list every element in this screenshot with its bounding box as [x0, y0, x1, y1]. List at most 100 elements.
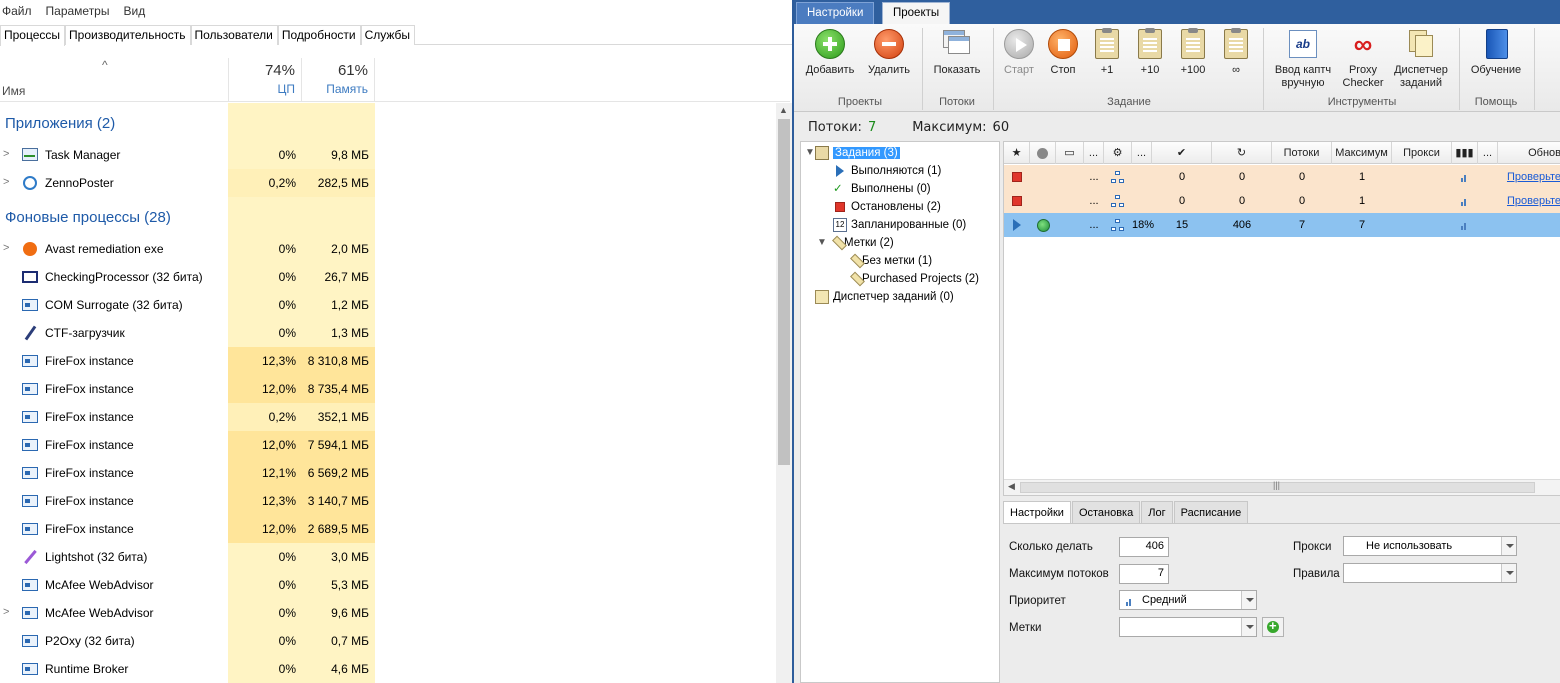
scroll-up-icon[interactable]: ▲ — [779, 105, 788, 115]
tab-performance[interactable]: Производительность — [65, 25, 191, 45]
col-globe[interactable] — [1030, 142, 1056, 164]
process-row[interactable]: FireFox instance 12,3% 3 140,7 МБ — [0, 487, 776, 515]
tab-task-settings[interactable]: Настройки — [1003, 501, 1071, 524]
column-memory[interactable]: 61% Память — [302, 58, 375, 102]
collapse-icon[interactable]: ▼ — [805, 147, 815, 158]
process-row[interactable]: COM Surrogate (32 бита) 0% 1,2 МБ — [0, 291, 776, 319]
tree-done[interactable]: ✓ Выполнены (0) — [833, 180, 931, 198]
col-priority[interactable]: ▮▮▮ — [1452, 142, 1478, 164]
process-row[interactable]: FireFox instance 12,0% 7 594,1 МБ — [0, 431, 776, 459]
delete-button[interactable]: Удалить — [864, 28, 914, 76]
tree-stopped[interactable]: Остановлены (2) — [833, 198, 941, 216]
infinity-button[interactable]: ∞ — [1217, 28, 1255, 76]
col-dots-1[interactable]: ... — [1084, 142, 1104, 164]
tree-scheduled[interactable]: 12 Запланированные (0) — [833, 216, 966, 234]
scroll-thumb[interactable] — [778, 119, 790, 465]
tab-stop[interactable]: Остановка — [1071, 501, 1141, 523]
tab-details[interactable]: Подробности — [277, 25, 361, 45]
col-update[interactable]: Обнов — [1498, 142, 1560, 164]
col-dots-2[interactable]: ... — [1132, 142, 1152, 164]
tree-labels[interactable]: Метки (2) — [832, 234, 894, 252]
chevron-right-icon[interactable]: > — [3, 148, 9, 160]
process-row[interactable]: > Avast remediation exe 0% 2,0 МБ — [0, 235, 776, 263]
col-windows[interactable]: ▭ — [1056, 142, 1084, 164]
proxy-select[interactable]: Не использовать — [1343, 536, 1517, 556]
training-button[interactable]: Обучение — [1466, 28, 1526, 76]
chevron-down-icon[interactable] — [1501, 537, 1516, 555]
col-maximum[interactable]: Максимум — [1332, 142, 1392, 164]
process-row[interactable]: FireFox instance 12,0% 2 689,5 МБ — [0, 515, 776, 543]
tab-schedule[interactable]: Расписание — [1173, 501, 1249, 523]
process-row[interactable]: Runtime Broker 0% 4,6 МБ — [0, 655, 776, 683]
labels-select[interactable] — [1119, 617, 1257, 637]
col-settings[interactable]: ⚙ — [1104, 142, 1132, 164]
tree-running[interactable]: Выполняются (1) — [833, 162, 941, 180]
row-update-link[interactable]: Проверьте — [1498, 165, 1560, 189]
process-row[interactable]: > McAfee WebAdvisor 0% 9,6 МБ — [0, 599, 776, 627]
captcha-button[interactable]: ab Ввод каптч вручную — [1269, 28, 1337, 90]
process-row[interactable]: McAfee WebAdvisor 0% 5,3 МБ — [0, 571, 776, 599]
tab-processes[interactable]: Процессы — [0, 25, 66, 46]
column-name[interactable]: Имя — [2, 84, 25, 98]
col-star[interactable]: ★ — [1004, 142, 1030, 164]
col-runs[interactable]: ↻ — [1212, 142, 1272, 164]
process-row[interactable]: FireFox instance 0,2% 352,1 МБ — [0, 403, 776, 431]
col-threads[interactable]: Потоки — [1272, 142, 1332, 164]
row-update-link[interactable] — [1498, 213, 1560, 237]
process-row[interactable]: CheckingProcessor (32 бита) 0% 26,7 МБ — [0, 263, 776, 291]
process-row[interactable]: P2Oxy (32 бита) 0% 0,7 МБ — [0, 627, 776, 655]
plus1-button[interactable]: +1 — [1088, 28, 1126, 76]
process-row[interactable]: > ZennoPoster 0,2% 282,5 МБ — [0, 169, 776, 197]
show-button[interactable]: Показать — [928, 28, 986, 76]
tree-purchased-projects[interactable]: Purchased Projects (2) — [850, 270, 979, 288]
process-row[interactable]: FireFox instance 12,3% 8 310,8 МБ — [0, 347, 776, 375]
max-threads-input[interactable]: 7 — [1119, 564, 1169, 584]
tab-settings[interactable]: Настройки — [796, 2, 875, 24]
task-row[interactable]: ... 0 0 0 1 Проверьте — [1004, 165, 1560, 189]
scroll-left-icon[interactable]: ◀ — [1008, 481, 1015, 492]
process-row[interactable]: CTF-загрузчик 0% 1,3 МБ — [0, 319, 776, 347]
column-cpu[interactable]: 74% ЦП — [228, 58, 302, 102]
add-button[interactable]: Добавить — [804, 28, 856, 76]
process-row[interactable]: > Task Manager 0% 9,8 МБ — [0, 141, 776, 169]
chevron-down-icon[interactable] — [1501, 564, 1516, 582]
process-row[interactable]: FireFox instance 12,0% 8 735,4 МБ — [0, 375, 776, 403]
tab-projects[interactable]: Проекты — [882, 2, 951, 25]
process-row[interactable]: Lightshot (32 бита) 0% 3,0 МБ — [0, 543, 776, 571]
task-row[interactable]: ... 18% 15 406 7 7 — [1004, 213, 1560, 237]
how-many-input[interactable]: 406 — [1119, 537, 1169, 557]
rules-select[interactable] — [1343, 563, 1517, 583]
priority-select[interactable]: Средний — [1119, 590, 1257, 610]
chevron-right-icon[interactable]: > — [3, 242, 9, 254]
tab-users[interactable]: Пользователи — [190, 25, 278, 45]
col-dots-3[interactable]: ... — [1478, 142, 1498, 164]
plus10-button[interactable]: +10 — [1131, 28, 1169, 76]
menu-view[interactable]: Вид — [121, 4, 151, 18]
hscroll-thumb[interactable]: ||| — [1020, 480, 1535, 493]
row-update-link[interactable]: Проверьте — [1498, 189, 1560, 213]
tm-scrollbar[interactable]: ▲ — [776, 103, 792, 683]
tab-services[interactable]: Службы — [360, 25, 416, 45]
tree-tasks[interactable]: Задания (3) — [815, 144, 900, 162]
proxy-checker-button[interactable]: ∞ Proxy Checker — [1338, 28, 1388, 90]
tree-dispatcher[interactable]: Диспетчер заданий (0) — [815, 288, 954, 306]
chevron-right-icon[interactable]: > — [3, 606, 9, 618]
chevron-down-icon[interactable] — [1241, 591, 1256, 609]
stop-button[interactable]: Стоп — [1044, 28, 1082, 76]
chevron-right-icon[interactable]: > — [3, 176, 9, 188]
plus100-button[interactable]: +100 — [1174, 28, 1212, 76]
col-proxy[interactable]: Прокси — [1392, 142, 1452, 164]
process-row[interactable]: FireFox instance 12,1% 6 569,2 МБ — [0, 459, 776, 487]
tab-log[interactable]: Лог — [1141, 501, 1173, 523]
start-button[interactable]: Старт — [999, 28, 1039, 76]
dispatcher-button[interactable]: Диспетчер заданий — [1390, 28, 1452, 90]
task-row[interactable]: ... 0 0 0 1 Проверьте — [1004, 189, 1560, 213]
menu-file[interactable]: Файл — [0, 4, 38, 18]
col-done[interactable]: ✔ — [1152, 142, 1212, 164]
grid-hscroll[interactable]: ◀ ||| — [1004, 479, 1560, 495]
chevron-down-icon[interactable] — [1241, 618, 1256, 636]
menu-options[interactable]: Параметры — [44, 4, 116, 18]
tree-no-label[interactable]: Без метки (1) — [850, 252, 932, 270]
add-label-button[interactable] — [1262, 617, 1284, 637]
collapse-icon[interactable]: ▼ — [817, 237, 827, 248]
